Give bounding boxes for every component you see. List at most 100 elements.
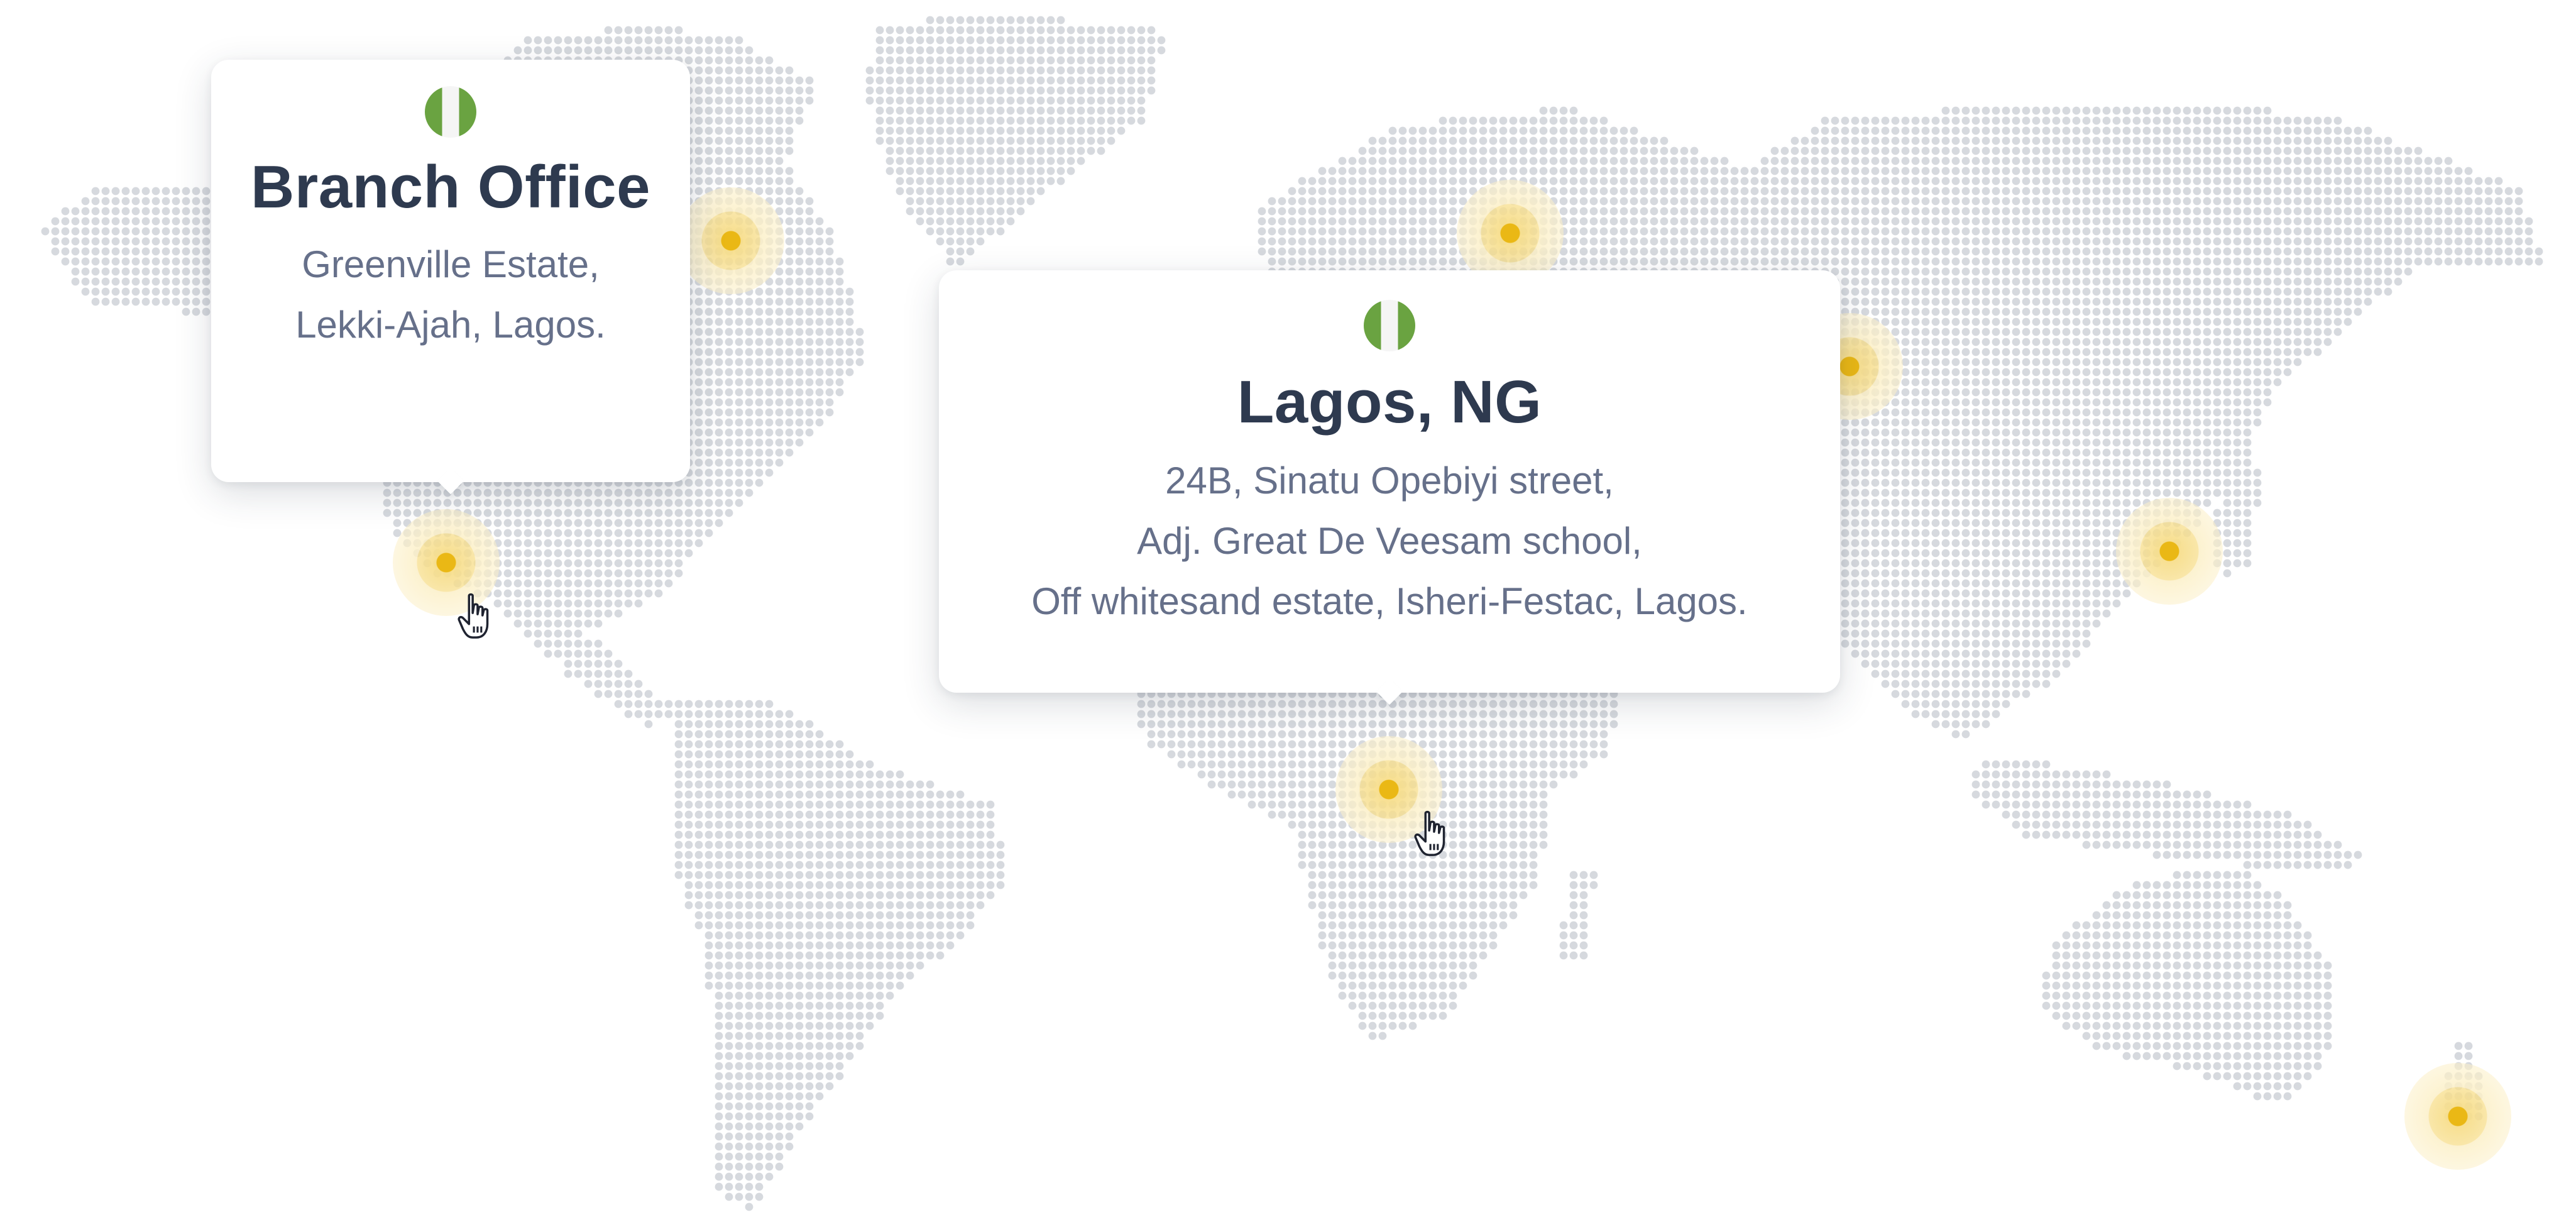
map-dot: [1620, 177, 1628, 185]
map-dot: [131, 277, 140, 286]
map-dot: [2102, 136, 2111, 145]
map-dot: [1036, 16, 1045, 25]
map-dot: [2152, 287, 2161, 296]
map-dot: [1660, 257, 1669, 266]
map-dot: [1077, 46, 1085, 55]
map-dot: [1358, 146, 1367, 155]
map-dot: [2384, 146, 2392, 155]
map-dot: [1770, 237, 1779, 246]
map-dot: [926, 116, 934, 125]
map-dot: [1599, 157, 1608, 165]
map-dot: [1479, 157, 1488, 165]
map-dot: [2414, 207, 2423, 216]
map-dot: [2122, 267, 2131, 276]
map-dot: [2002, 257, 2010, 266]
map-dot: [2394, 187, 2403, 195]
map-dot: [2213, 267, 2222, 276]
map-dot: [1790, 217, 1799, 226]
map-dot: [1941, 217, 1950, 226]
map-dot: [735, 338, 743, 346]
map-dot: [2122, 167, 2131, 175]
map-dot: [765, 66, 774, 75]
map-dot: [946, 257, 955, 266]
map-dot: [956, 187, 965, 195]
map-dot: [2263, 338, 2272, 346]
map-dot: [2012, 277, 2020, 286]
map-dot: [1599, 197, 1608, 206]
map-dot: [1398, 167, 1407, 175]
map-dot: [1046, 157, 1055, 165]
map-dot: [2323, 287, 2332, 296]
map-dot: [1640, 257, 1648, 266]
map-dot: [1519, 136, 1528, 145]
map-dot: [1951, 327, 1960, 336]
map-dot: [1981, 237, 1990, 246]
map-dot: [1589, 237, 1598, 246]
map-dot: [704, 76, 713, 85]
map-dot: [2283, 187, 2292, 195]
map-dot: [1780, 187, 1789, 195]
map-dot: [1901, 136, 1910, 145]
map-dot: [2474, 207, 2483, 216]
map-dot: [1428, 146, 1437, 155]
map-dot: [1881, 307, 1890, 316]
map-dot: [1911, 287, 1920, 296]
map-dot: [2152, 116, 2161, 125]
map-dot: [1861, 207, 1870, 216]
map-dot: [1992, 327, 2000, 336]
map-dot: [2253, 106, 2262, 115]
map-dot: [1992, 217, 2000, 226]
map-dot: [1800, 207, 1809, 216]
map-dot: [202, 247, 211, 256]
map-dot: [1931, 267, 1940, 276]
map-dot: [896, 146, 904, 155]
map-dot: [2022, 116, 2031, 125]
map-dot: [1941, 307, 1950, 316]
map-dot: [1871, 267, 1880, 276]
map-dot: [1992, 257, 2000, 266]
map-dot: [1640, 197, 1648, 206]
map-dot: [2032, 338, 2041, 346]
map-dot: [1921, 197, 1930, 206]
map-dot: [795, 277, 804, 286]
map-dot: [2364, 257, 2372, 266]
map-dot: [1358, 167, 1367, 175]
map-dot: [815, 257, 824, 266]
map-dot: [1891, 247, 1900, 256]
map-dot: [2062, 136, 2071, 145]
map-dot: [2313, 297, 2322, 306]
map-dot: [926, 36, 934, 45]
map-dot: [694, 66, 703, 75]
map-dot: [1901, 116, 1910, 125]
map-dot: [2273, 197, 2282, 206]
map-dot: [2343, 287, 2352, 296]
map-dot: [1961, 338, 1970, 346]
map-dot: [101, 287, 110, 296]
map-dot: [1931, 187, 1940, 195]
map-dot: [1368, 197, 1377, 206]
map-dot: [805, 217, 814, 226]
map-dot: [795, 247, 804, 256]
map-dot: [1921, 307, 1930, 316]
map-dot: [2052, 327, 2061, 336]
map-dot: [2173, 187, 2181, 195]
map-dot: [162, 217, 170, 226]
map-dot: [2384, 207, 2392, 216]
map-dot: [2384, 237, 2392, 246]
map-dot: [946, 76, 955, 85]
map-dot: [1066, 126, 1075, 135]
map-dot: [2012, 146, 2020, 155]
map-dot: [2042, 146, 2051, 155]
map-dot: [2022, 136, 2031, 145]
map-dot: [946, 207, 955, 216]
map-dot: [2444, 177, 2453, 185]
map-dot: [1992, 307, 2000, 316]
map-dot: [775, 167, 784, 175]
map-dot: [1398, 177, 1407, 185]
map-dot: [2162, 187, 2171, 195]
map-dot: [111, 287, 120, 296]
map-dot: [1981, 187, 1990, 195]
map-dot: [2243, 348, 2252, 356]
map-dot: [1489, 136, 1498, 145]
map-dot: [2464, 207, 2473, 216]
